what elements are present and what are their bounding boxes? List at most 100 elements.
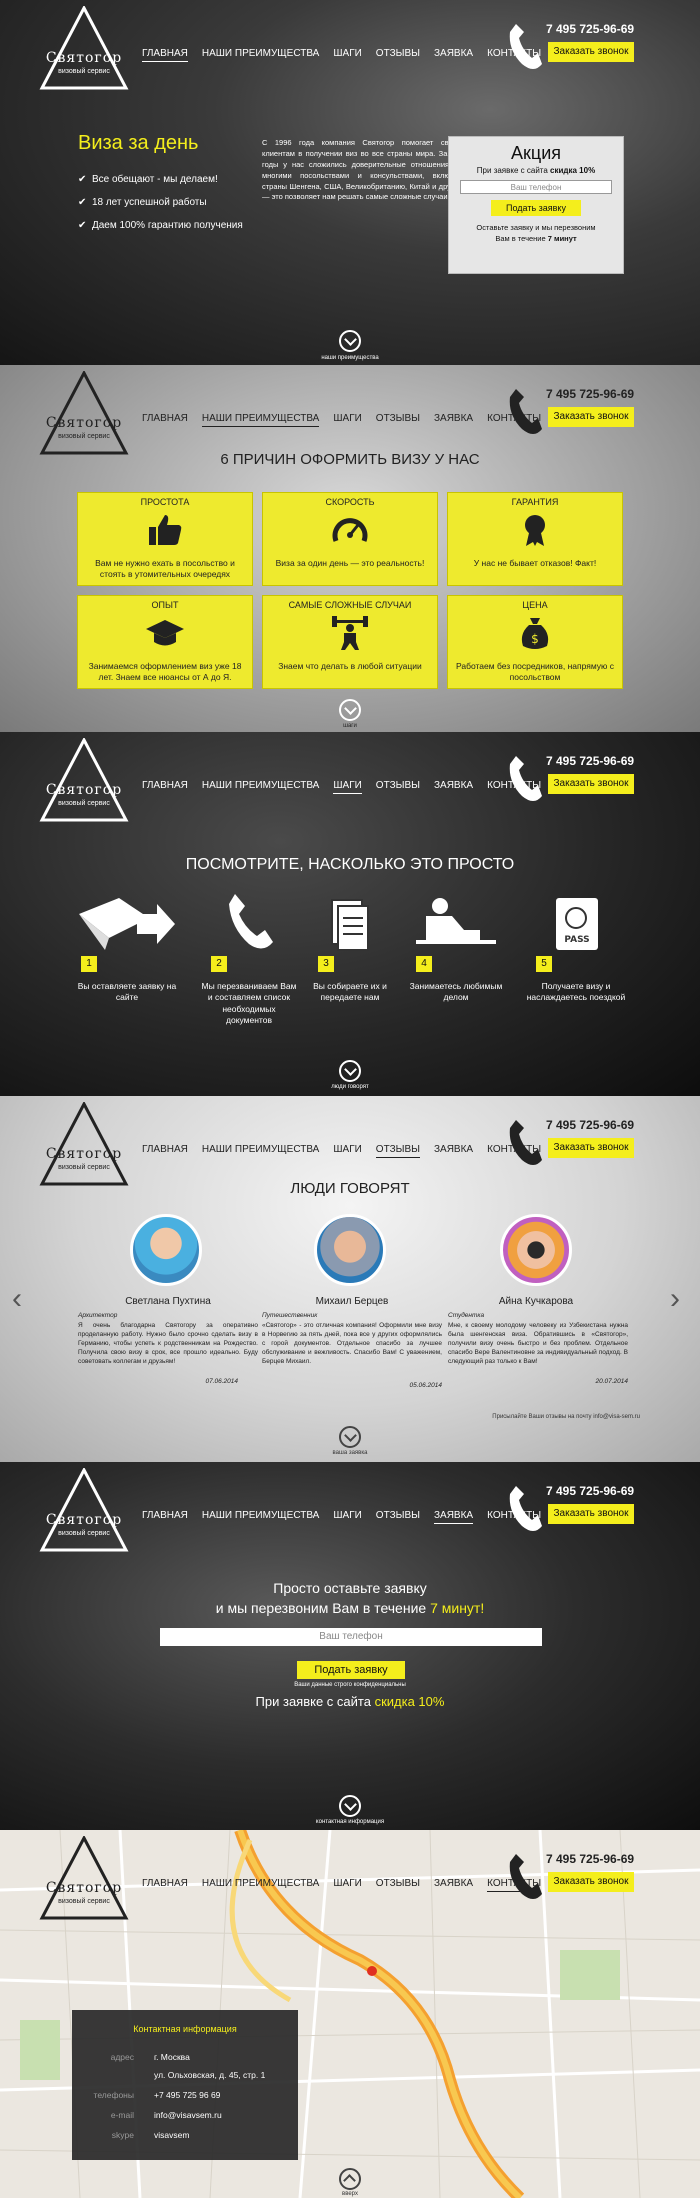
promo-submit-button[interactable]: Подать заявку bbox=[491, 200, 581, 216]
review-text: Я очень благодарна Святогору за оператив… bbox=[78, 1322, 258, 1366]
scroll-down-button[interactable] bbox=[339, 1795, 361, 1817]
logo-title: Святогор bbox=[45, 1512, 123, 1528]
nav-application[interactable]: ЗАЯВКА bbox=[434, 780, 473, 794]
advantages-title: 6 ПРИЧИН ОФОРМИТЬ ВИЗУ У НАС bbox=[220, 451, 480, 468]
call-button[interactable]: Заказать звонок bbox=[548, 1138, 634, 1158]
map-pin-icon[interactable] bbox=[367, 1966, 377, 1976]
logo-subtitle: визовый сервис bbox=[58, 800, 110, 807]
carousel-next-button[interactable]: › bbox=[670, 1282, 680, 1316]
scroll-down-button[interactable] bbox=[339, 330, 361, 352]
logo[interactable]: Святогор визовый сервис bbox=[38, 1836, 130, 1922]
header-phone[interactable]: 7 495 725-96-69 bbox=[546, 754, 634, 768]
nav-application[interactable]: ЗАЯВКА bbox=[434, 1510, 474, 1524]
svg-text:$: $ bbox=[531, 632, 539, 646]
call-button[interactable]: Заказать звонок bbox=[548, 42, 634, 62]
scroll-down-button[interactable] bbox=[339, 1060, 361, 1082]
nav-application[interactable]: ЗАЯВКА bbox=[434, 413, 473, 427]
nav-application[interactable]: ЗАЯВКА bbox=[434, 1878, 473, 1892]
step-text: Вы оставляете заявку на сайте bbox=[77, 981, 177, 1003]
scroll-down-button[interactable] bbox=[339, 699, 361, 721]
svg-text:PASS: PASS bbox=[564, 935, 589, 945]
next-section-label[interactable]: ваша заявка bbox=[0, 1450, 700, 1456]
main-nav: ГЛАВНАЯ НАШИ ПРЕИМУЩЕСТВА ШАГИ ОТЗЫВЫ ЗА… bbox=[142, 48, 541, 62]
nav-advantages[interactable]: НАШИ ПРЕИМУЩЕСТВА bbox=[202, 780, 319, 794]
header-phone[interactable]: 7 495 725-96-69 bbox=[546, 1852, 634, 1866]
review-date: 07.06.2014 bbox=[205, 1378, 238, 1385]
main-nav: ГЛАВНАЯ НАШИ ПРЕИМУЩЕСТВА ШАГИ ОТЗЫВЫ ЗА… bbox=[142, 1878, 542, 1892]
logo-title: Святогор bbox=[45, 50, 123, 66]
call-button[interactable]: Заказать звонок bbox=[548, 1872, 634, 1892]
weightlifter-icon bbox=[332, 616, 368, 650]
logo-subtitle: визовый сервис bbox=[58, 1530, 110, 1537]
application-phone-input[interactable]: Ваш телефон bbox=[160, 1628, 542, 1646]
nav-advantages[interactable]: НАШИ ПРЕИМУЩЕСТВА bbox=[202, 1510, 319, 1524]
call-button[interactable]: Заказать звонок bbox=[548, 407, 634, 427]
nav-steps[interactable]: ШАГИ bbox=[333, 780, 362, 794]
step-text: Получаете визу и наслаждаетесь поездкой bbox=[526, 981, 626, 1003]
nav-steps[interactable]: ШАГИ bbox=[333, 1144, 361, 1158]
nav-home[interactable]: ГЛАВНАЯ bbox=[142, 1144, 188, 1158]
nav-reviews[interactable]: ОТЗЫВЫ bbox=[376, 413, 420, 427]
next-section-label[interactable]: шаги bbox=[0, 723, 700, 729]
nav-home[interactable]: ГЛАВНАЯ bbox=[142, 780, 188, 794]
header-phone[interactable]: 7 495 725-96-69 bbox=[546, 387, 634, 401]
nav-application[interactable]: ЗАЯВКА bbox=[434, 1144, 473, 1158]
scroll-down-button[interactable] bbox=[339, 1426, 361, 1448]
nav-steps[interactable]: ШАГИ bbox=[333, 1878, 361, 1892]
nav-home[interactable]: ГЛАВНАЯ bbox=[142, 1878, 188, 1892]
header-phone[interactable]: 7 495 725-96-69 bbox=[546, 1484, 634, 1498]
nav-application[interactable]: ЗАЯВКА bbox=[434, 48, 473, 62]
back-to-top-label[interactable]: вверх bbox=[0, 2191, 700, 2197]
phone-icon bbox=[509, 24, 542, 69]
header-phone[interactable]: 7 495 725-96-69 bbox=[546, 22, 634, 36]
next-section-label[interactable]: контактная информация bbox=[0, 1819, 700, 1825]
nav-home[interactable]: ГЛАВНАЯ bbox=[142, 1510, 188, 1524]
relaxing-person-icon bbox=[416, 898, 496, 944]
reviews-title: ЛЮДИ ГОВОРЯТ bbox=[290, 1180, 410, 1197]
logo[interactable]: Святогор визовый сервис bbox=[38, 6, 130, 92]
next-section-label[interactable]: люди говорят bbox=[0, 1084, 700, 1090]
contacts-panel: Контактная информация адрес г. Москва ул… bbox=[72, 2010, 298, 2160]
logo[interactable]: Святогор визовый сервис bbox=[38, 738, 130, 824]
step-text: Мы перезваниваем Вам и составляем список… bbox=[201, 981, 297, 1026]
nav-reviews[interactable]: ОТЗЫВЫ bbox=[376, 48, 420, 62]
promo-phone-input[interactable]: Ваш телефон bbox=[460, 180, 612, 194]
call-button[interactable]: Заказать звонок bbox=[548, 1504, 634, 1524]
step-number: 2 bbox=[211, 956, 227, 972]
card-experience: ОПЫТ Занимаемся оформлением виз уже 18 л… bbox=[77, 595, 253, 689]
hero-points: ✔ Все обещают - мы делаем! ✔ 18 лет успе… bbox=[78, 168, 243, 237]
step-3: 3 Вы собираете их и передаете нам bbox=[300, 894, 400, 1004]
carousel-prev-button[interactable]: ‹ bbox=[12, 1282, 22, 1316]
steps-title: ПОСМОТРИТЕ, НАСКОЛЬКО ЭТО ПРОСТО bbox=[185, 856, 515, 873]
hero-section: Святогор визовый сервис ГЛАВНАЯ НАШИ ПРЕ… bbox=[0, 0, 700, 365]
call-button[interactable]: Заказать звонок bbox=[548, 774, 634, 794]
scroll-up-button[interactable] bbox=[339, 2168, 361, 2190]
nav-steps[interactable]: ШАГИ bbox=[333, 1510, 361, 1524]
avatar bbox=[500, 1214, 572, 1286]
logo-title: Святогор bbox=[45, 1146, 123, 1162]
nav-reviews[interactable]: ОТЗЫВЫ bbox=[375, 1144, 420, 1158]
nav-home[interactable]: ГЛАВНАЯ bbox=[142, 413, 188, 427]
logo-subtitle: визовый сервис bbox=[58, 68, 110, 75]
nav-reviews[interactable]: ОТЗЫВЫ bbox=[376, 1510, 420, 1524]
point-1: ✔ Все обещают - мы делаем! bbox=[78, 174, 218, 185]
nav-steps[interactable]: ШАГИ bbox=[333, 413, 361, 427]
nav-advantages[interactable]: НАШИ ПРЕИМУЩЕСТВА bbox=[202, 1144, 319, 1158]
logo[interactable]: Святогор визовый сервис bbox=[38, 1102, 130, 1188]
nav-advantages[interactable]: НАШИ ПРЕИМУЩЕСТВА bbox=[202, 1878, 319, 1892]
hero-title: Виза за день bbox=[78, 132, 199, 154]
documents-icon bbox=[331, 899, 369, 951]
logo[interactable]: Святогор визовый сервис bbox=[38, 1468, 130, 1554]
logo-title: Святогор bbox=[45, 782, 123, 798]
nav-reviews[interactable]: ОТЗЫВЫ bbox=[376, 780, 420, 794]
nav-advantages[interactable]: НАШИ ПРЕИМУЩЕСТВА bbox=[202, 48, 319, 62]
review-role: Архитектор bbox=[78, 1312, 118, 1319]
header-phone[interactable]: 7 495 725-96-69 bbox=[546, 1118, 634, 1132]
nav-steps[interactable]: ШАГИ bbox=[333, 48, 361, 62]
next-section-label[interactable]: наши преимущества bbox=[0, 355, 700, 361]
logo[interactable]: Святогор визовый сервис bbox=[38, 371, 130, 457]
nav-home[interactable]: ГЛАВНАЯ bbox=[142, 48, 188, 62]
application-submit-button[interactable]: Подать заявку bbox=[297, 1661, 405, 1679]
nav-advantages[interactable]: НАШИ ПРЕИМУЩЕСТВА bbox=[201, 413, 320, 427]
nav-reviews[interactable]: ОТЗЫВЫ bbox=[376, 1878, 420, 1892]
